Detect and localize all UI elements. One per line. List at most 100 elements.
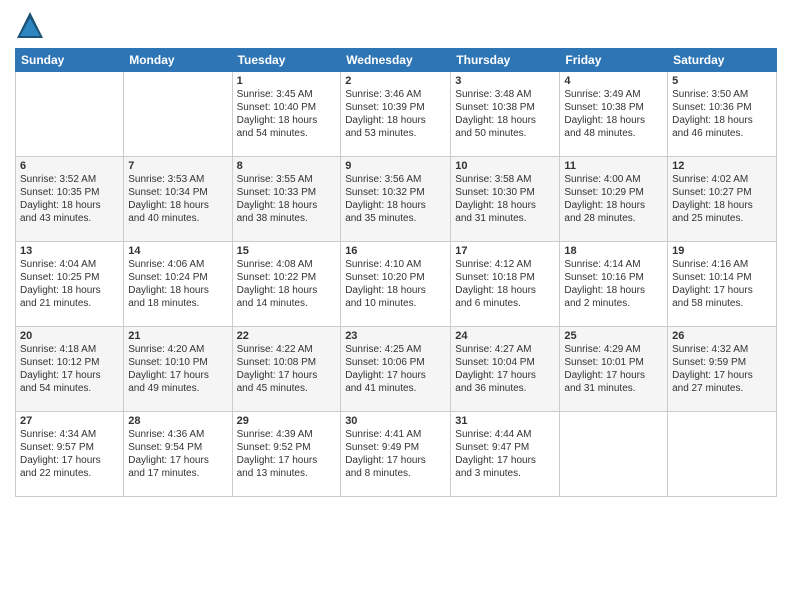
- day-info: Daylight: 17 hours: [672, 369, 772, 382]
- calendar-cell: 27Sunrise: 4:34 AMSunset: 9:57 PMDayligh…: [16, 412, 124, 497]
- day-info: Sunset: 10:25 PM: [20, 271, 119, 284]
- calendar-cell: 29Sunrise: 4:39 AMSunset: 9:52 PMDayligh…: [232, 412, 341, 497]
- day-info: Sunset: 10:30 PM: [455, 186, 555, 199]
- day-number: 25: [564, 330, 663, 342]
- day-number: 2: [345, 75, 446, 87]
- day-number: 16: [345, 245, 446, 257]
- calendar-cell: [124, 72, 232, 157]
- day-number: 4: [564, 75, 663, 87]
- day-info: and 28 minutes.: [564, 212, 663, 225]
- calendar-cell: 8Sunrise: 3:55 AMSunset: 10:33 PMDayligh…: [232, 157, 341, 242]
- calendar-cell: 13Sunrise: 4:04 AMSunset: 10:25 PMDaylig…: [16, 242, 124, 327]
- day-number: 9: [345, 160, 446, 172]
- day-info: Sunrise: 4:10 AM: [345, 258, 446, 271]
- calendar-cell: [560, 412, 668, 497]
- day-info: Sunrise: 4:00 AM: [564, 173, 663, 186]
- day-info: Sunrise: 4:39 AM: [237, 428, 337, 441]
- calendar-cell: 7Sunrise: 3:53 AMSunset: 10:34 PMDayligh…: [124, 157, 232, 242]
- day-info: Sunrise: 4:22 AM: [237, 343, 337, 356]
- day-info: and 2 minutes.: [564, 297, 663, 310]
- calendar-cell: 10Sunrise: 3:58 AMSunset: 10:30 PMDaylig…: [451, 157, 560, 242]
- day-info: Sunset: 10:04 PM: [455, 356, 555, 369]
- day-info: Sunrise: 4:06 AM: [128, 258, 227, 271]
- day-info: Daylight: 18 hours: [345, 284, 446, 297]
- day-info: Daylight: 17 hours: [20, 369, 119, 382]
- day-info: Sunset: 9:59 PM: [672, 356, 772, 369]
- day-info: and 53 minutes.: [345, 127, 446, 140]
- day-info: Daylight: 18 hours: [20, 199, 119, 212]
- day-info: Sunrise: 4:12 AM: [455, 258, 555, 271]
- day-info: and 58 minutes.: [672, 297, 772, 310]
- day-info: and 35 minutes.: [345, 212, 446, 225]
- day-info: Sunset: 9:49 PM: [345, 441, 446, 454]
- day-info: and 54 minutes.: [237, 127, 337, 140]
- day-info: and 22 minutes.: [20, 467, 119, 480]
- day-info: and 50 minutes.: [455, 127, 555, 140]
- day-number: 5: [672, 75, 772, 87]
- day-info: Daylight: 18 hours: [237, 199, 337, 212]
- day-info: Sunrise: 4:18 AM: [20, 343, 119, 356]
- day-info: Sunrise: 4:08 AM: [237, 258, 337, 271]
- day-info: Sunrise: 3:52 AM: [20, 173, 119, 186]
- calendar-cell: 19Sunrise: 4:16 AMSunset: 10:14 PMDaylig…: [668, 242, 777, 327]
- day-number: 15: [237, 245, 337, 257]
- day-info: Daylight: 17 hours: [128, 369, 227, 382]
- weekday-header-row: SundayMondayTuesdayWednesdayThursdayFrid…: [16, 49, 777, 72]
- logo: [15, 10, 49, 40]
- day-info: and 18 minutes.: [128, 297, 227, 310]
- day-number: 26: [672, 330, 772, 342]
- day-info: Sunrise: 4:14 AM: [564, 258, 663, 271]
- calendar-table: SundayMondayTuesdayWednesdayThursdayFrid…: [15, 48, 777, 497]
- day-info: and 43 minutes.: [20, 212, 119, 225]
- day-number: 7: [128, 160, 227, 172]
- day-number: 17: [455, 245, 555, 257]
- day-info: Sunset: 10:35 PM: [20, 186, 119, 199]
- calendar-cell: 25Sunrise: 4:29 AMSunset: 10:01 PMDaylig…: [560, 327, 668, 412]
- day-info: Sunrise: 4:20 AM: [128, 343, 227, 356]
- day-info: Sunset: 10:06 PM: [345, 356, 446, 369]
- day-info: Daylight: 17 hours: [237, 369, 337, 382]
- day-info: Sunset: 9:47 PM: [455, 441, 555, 454]
- weekday-header-sunday: Sunday: [16, 49, 124, 72]
- day-info: Daylight: 18 hours: [672, 199, 772, 212]
- calendar-cell: [668, 412, 777, 497]
- day-info: and 40 minutes.: [128, 212, 227, 225]
- day-info: Daylight: 17 hours: [455, 369, 555, 382]
- day-info: Daylight: 17 hours: [345, 454, 446, 467]
- day-info: Sunset: 10:10 PM: [128, 356, 227, 369]
- day-info: Daylight: 17 hours: [237, 454, 337, 467]
- day-info: Sunset: 10:20 PM: [345, 271, 446, 284]
- day-info: and 38 minutes.: [237, 212, 337, 225]
- day-number: 10: [455, 160, 555, 172]
- day-info: Daylight: 18 hours: [345, 199, 446, 212]
- day-info: Sunrise: 3:49 AM: [564, 88, 663, 101]
- calendar-cell: 21Sunrise: 4:20 AMSunset: 10:10 PMDaylig…: [124, 327, 232, 412]
- day-info: Sunrise: 3:46 AM: [345, 88, 446, 101]
- day-info: Sunset: 9:54 PM: [128, 441, 227, 454]
- day-info: and 3 minutes.: [455, 467, 555, 480]
- day-number: 13: [20, 245, 119, 257]
- day-number: 24: [455, 330, 555, 342]
- calendar-cell: 31Sunrise: 4:44 AMSunset: 9:47 PMDayligh…: [451, 412, 560, 497]
- day-info: Daylight: 18 hours: [20, 284, 119, 297]
- day-number: 12: [672, 160, 772, 172]
- weekday-header-friday: Friday: [560, 49, 668, 72]
- weekday-header-saturday: Saturday: [668, 49, 777, 72]
- day-number: 20: [20, 330, 119, 342]
- day-info: Sunset: 10:40 PM: [237, 101, 337, 114]
- day-info: Sunrise: 4:44 AM: [455, 428, 555, 441]
- calendar-cell: 2Sunrise: 3:46 AMSunset: 10:39 PMDayligh…: [341, 72, 451, 157]
- day-info: and 49 minutes.: [128, 382, 227, 395]
- day-info: Sunrise: 3:48 AM: [455, 88, 555, 101]
- day-number: 23: [345, 330, 446, 342]
- day-info: Sunset: 10:39 PM: [345, 101, 446, 114]
- calendar-cell: 23Sunrise: 4:25 AMSunset: 10:06 PMDaylig…: [341, 327, 451, 412]
- day-info: Sunrise: 4:41 AM: [345, 428, 446, 441]
- day-info: Sunrise: 4:16 AM: [672, 258, 772, 271]
- day-info: Daylight: 17 hours: [672, 284, 772, 297]
- page: SundayMondayTuesdayWednesdayThursdayFrid…: [0, 0, 792, 612]
- calendar-cell: 11Sunrise: 4:00 AMSunset: 10:29 PMDaylig…: [560, 157, 668, 242]
- day-info: Sunrise: 4:27 AM: [455, 343, 555, 356]
- day-info: Daylight: 17 hours: [345, 369, 446, 382]
- calendar-cell: 5Sunrise: 3:50 AMSunset: 10:36 PMDayligh…: [668, 72, 777, 157]
